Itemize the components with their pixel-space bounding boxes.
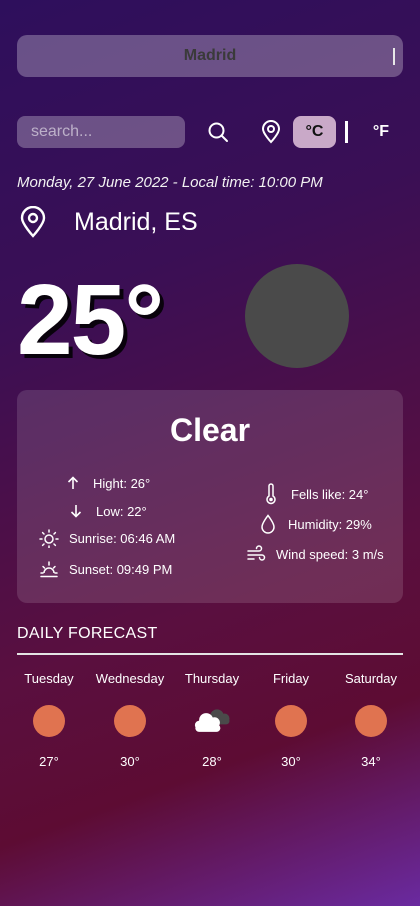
forecast-day: Saturday 34° xyxy=(331,671,411,769)
location-pin-icon xyxy=(20,206,46,238)
humidity-label: Humidity: 29% xyxy=(288,516,372,532)
wind-icon xyxy=(246,544,266,564)
sunrise-label: Sunrise: 06:46 AM xyxy=(69,530,176,546)
sunset-row: Sunset: 09:49 PM xyxy=(39,559,172,579)
forecast-day: Tuesday 27° xyxy=(9,671,89,769)
forecast-day-temp: 27° xyxy=(39,754,59,769)
forecast-day-name: Friday xyxy=(272,671,310,686)
feels-like-label: Fells like: 24° xyxy=(291,486,369,502)
search-input[interactable] xyxy=(17,116,185,148)
feels-like-row: Fells like: 24° xyxy=(261,483,369,505)
sunset-label: Sunset: 09:49 PM xyxy=(69,561,173,577)
forecast-day-temp: 34° xyxy=(361,754,381,769)
sun-icon xyxy=(114,705,146,737)
current-temperature: 25° xyxy=(17,264,164,376)
droplet-icon xyxy=(258,514,278,534)
location-pin-icon xyxy=(261,120,281,144)
search-button[interactable] xyxy=(204,118,232,146)
sun-icon xyxy=(33,705,65,737)
weather-condition: Clear xyxy=(169,412,251,448)
sun-icon xyxy=(355,705,387,737)
forecast-day-temp: 28° xyxy=(202,754,222,769)
celsius-toggle[interactable]: °C xyxy=(293,116,336,148)
fahrenheit-toggle[interactable]: °F xyxy=(366,116,396,148)
forecast-day-temp: 30° xyxy=(281,754,301,769)
location-name: Madrid, ES xyxy=(74,207,198,236)
weather-details-card: Clear Hight: 26° Low: 22° Sunrise: 06:46… xyxy=(17,390,403,603)
forecast-day: Friday 30° xyxy=(251,671,331,769)
high-temp-row: Hight: 26° xyxy=(63,473,150,493)
forecast-day-name: Wednesday xyxy=(95,671,165,686)
location-header: Madrid, ES xyxy=(20,206,198,238)
forecast-day-name: Thursday xyxy=(184,671,240,686)
sun-icon xyxy=(275,705,307,737)
daily-forecast-title: DAILY FORECAST xyxy=(17,625,158,642)
sunrise-row: Sunrise: 06:46 AM xyxy=(39,528,175,548)
forecast-day: Wednesday 30° xyxy=(90,671,170,769)
forecast-divider xyxy=(17,653,403,655)
forecast-day-name: Saturday xyxy=(344,671,398,686)
forecast-day-name: Tuesday xyxy=(24,671,74,686)
city-value: Madrid xyxy=(183,47,237,64)
sunset-icon xyxy=(39,559,59,579)
high-temp-label: Hight: 26° xyxy=(93,475,151,491)
weather-condition-icon xyxy=(245,264,349,368)
low-temp-row: Low: 22° xyxy=(66,501,147,521)
unit-divider xyxy=(345,121,348,143)
cloud-icon xyxy=(194,709,230,732)
arrow-up-icon xyxy=(63,473,83,493)
current-location-button[interactable] xyxy=(258,118,284,146)
thermometer-icon xyxy=(261,483,281,505)
arrow-down-icon xyxy=(66,501,86,521)
forecast-day-temp: 30° xyxy=(120,754,140,769)
city-selector[interactable]: Madrid xyxy=(17,35,403,77)
text-caret xyxy=(393,48,395,65)
forecast-day: Thursday 28° xyxy=(172,671,252,769)
sunrise-icon xyxy=(39,528,59,548)
date-time-label: Monday, 27 June 2022 - Local time: 10:00… xyxy=(17,174,323,191)
wind-row: Wind speed: 3 m/s xyxy=(246,544,384,564)
humidity-row: Humidity: 29% xyxy=(258,514,372,534)
wind-speed-label: Wind speed: 3 m/s xyxy=(276,546,384,562)
search-icon xyxy=(208,122,228,142)
low-temp-label: Low: 22° xyxy=(96,503,147,519)
